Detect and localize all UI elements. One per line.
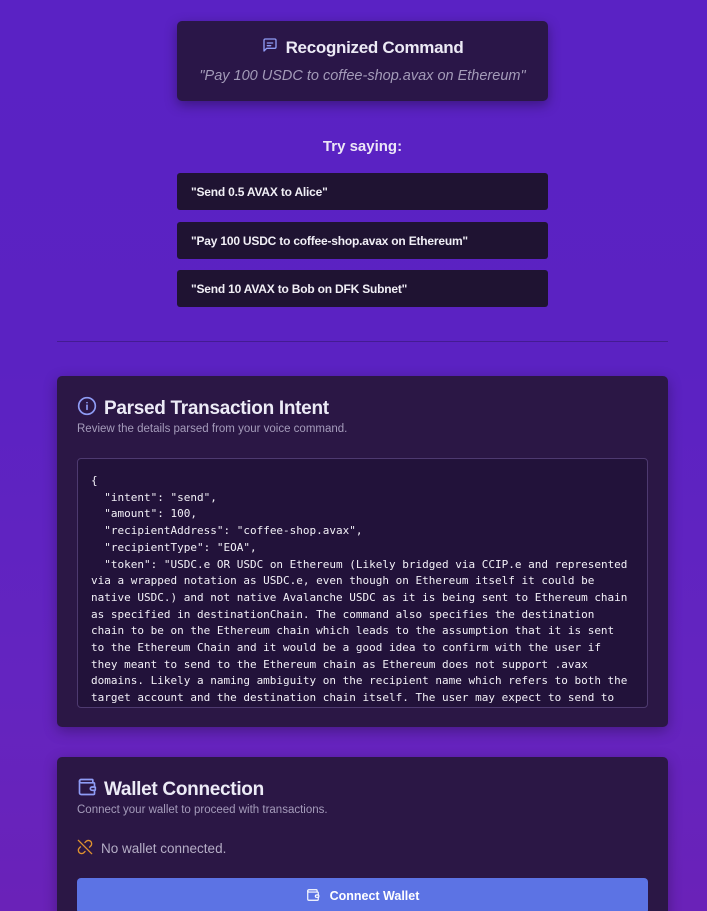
wallet-status-text: No wallet connected.: [101, 841, 227, 856]
wallet-connection-panel: Wallet Connection Connect your wallet to…: [57, 757, 668, 911]
wallet-connection-title: Wallet Connection: [104, 779, 264, 800]
wallet-connection-heading: Wallet Connection: [77, 777, 264, 803]
suggestion-button-2[interactable]: "Pay 100 USDC to coffee-shop.avax on Eth…: [177, 222, 548, 259]
parsed-intent-panel: Parsed Transaction Intent Review the det…: [57, 376, 668, 727]
recognized-command-title: Recognized Command: [285, 37, 464, 57]
connect-wallet-label: Connect Wallet: [329, 889, 420, 903]
connect-wallet-button[interactable]: Connect Wallet: [77, 878, 648, 911]
parsed-intent-title: Parsed Transaction Intent: [104, 398, 329, 419]
suggestion-button-1[interactable]: "Send 0.5 AVAX to Alice": [177, 173, 548, 210]
intent-json-viewer[interactable]: { "intent": "send", "amount": 100, "reci…: [77, 458, 648, 708]
wallet-icon: [77, 777, 97, 803]
section-divider: [57, 341, 668, 342]
recognized-command-text: "Pay 100 USDC to coffee-shop.avax on Eth…: [199, 68, 526, 84]
recognized-command-heading: Recognized Command: [177, 37, 548, 58]
suggestions-heading: Try saying:: [322, 138, 403, 155]
parsed-intent-subtitle: Review the details parsed from your voic…: [77, 423, 348, 435]
message-square-icon: [262, 37, 278, 58]
recognized-command-card: Recognized Command "Pay 100 USDC to coff…: [177, 21, 548, 101]
unlink-icon: [77, 839, 93, 858]
wallet-status: No wallet connected.: [77, 839, 226, 858]
wallet-icon: [306, 888, 320, 905]
wallet-connection-subtitle: Connect your wallet to proceed with tran…: [77, 804, 328, 816]
info-icon: [77, 396, 97, 422]
parsed-intent-heading: Parsed Transaction Intent: [77, 396, 329, 422]
suggestion-button-3[interactable]: "Send 10 AVAX to Bob on DFK Subnet": [177, 270, 548, 307]
